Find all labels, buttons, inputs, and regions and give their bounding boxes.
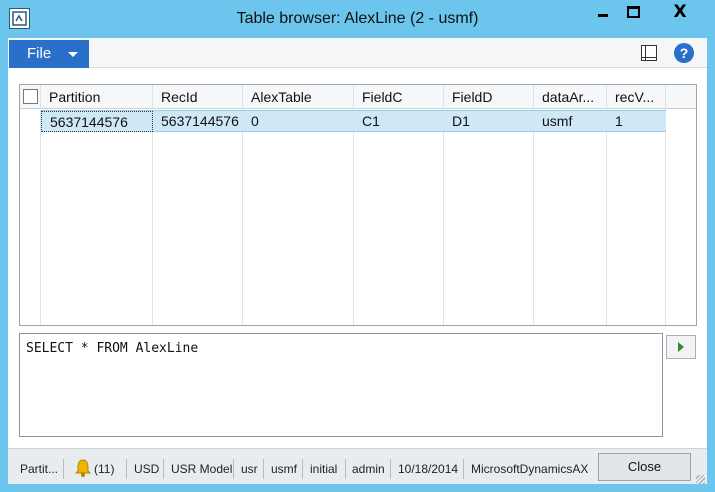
window-content: File ? Partition RecId AlexTable FieldC … [8,38,707,484]
status-bar: Partit... (11) USD USR Model usr usmf in… [8,448,707,484]
header-alextable[interactable]: AlexTable [243,85,354,109]
records-grid: Partition RecId AlexTable FieldC FieldD … [19,84,697,326]
cell-partition[interactable]: 5637144576 [41,111,153,132]
status-divider [233,459,234,479]
cell-dataareaid[interactable]: usmf [534,111,607,132]
close-icon: X [673,2,687,22]
menu-bar: File ? [8,38,707,68]
header-fieldc[interactable]: FieldC [354,85,444,109]
file-menu-label: File [27,45,52,62]
cell-fieldd[interactable]: D1 [444,111,534,132]
layout-panel-icon[interactable] [641,45,657,61]
minimize-icon [598,14,608,17]
header-dataareaid[interactable]: dataAr... [534,85,607,109]
cell-recid[interactable]: 5637144576 [153,111,243,132]
maximize-button[interactable] [619,0,649,26]
resize-grip-icon[interactable] [696,475,705,484]
table-row[interactable]: 5637144576 5637144576 0 C1 D1 usmf 1 [41,110,666,132]
chevron-down-icon [68,52,78,57]
status-date[interactable]: 10/18/2014 [398,460,458,478]
bell-icon[interactable] [74,458,92,478]
header-recversion[interactable]: recV... [607,85,666,109]
status-model[interactable]: USR Model [171,460,232,478]
status-currency[interactable]: USD [134,460,159,478]
status-divider [463,459,464,479]
status-divider [390,459,391,479]
title-bar: Table browser: AlexLine (2 - usmf) X [0,0,715,38]
run-query-button[interactable] [666,335,696,359]
status-divider [126,459,127,479]
row-selector-column [20,85,41,325]
status-divider [163,459,164,479]
status-divider [345,459,346,479]
header-recid[interactable]: RecId [153,85,243,109]
status-user[interactable]: admin [352,460,385,478]
status-divider [63,459,64,479]
cell-fieldc[interactable]: C1 [354,111,444,132]
status-notifications-count[interactable]: (11) [94,460,114,478]
maximize-icon [627,6,640,18]
status-server[interactable]: MicrosoftDynamicsAX [471,460,588,478]
play-icon [678,342,684,352]
status-partition[interactable]: Partit... [20,460,58,478]
close-button[interactable]: Close [598,453,691,481]
help-icon[interactable]: ? [674,43,694,63]
file-menu-button[interactable]: File [9,40,89,68]
header-partition[interactable]: Partition [41,85,153,109]
close-window-button[interactable]: X [651,0,709,26]
cell-recversion[interactable]: 1 [607,111,666,132]
header-fieldd[interactable]: FieldD [444,85,534,109]
minimize-button[interactable] [589,0,617,26]
status-layer[interactable]: usr [241,460,258,478]
status-company[interactable]: usmf [271,460,297,478]
status-divider [302,459,303,479]
sql-query-input[interactable]: SELECT * FROM AlexLine [19,333,663,437]
cell-alextable[interactable]: 0 [243,111,354,132]
status-divider [263,459,264,479]
status-state[interactable]: initial [310,460,337,478]
